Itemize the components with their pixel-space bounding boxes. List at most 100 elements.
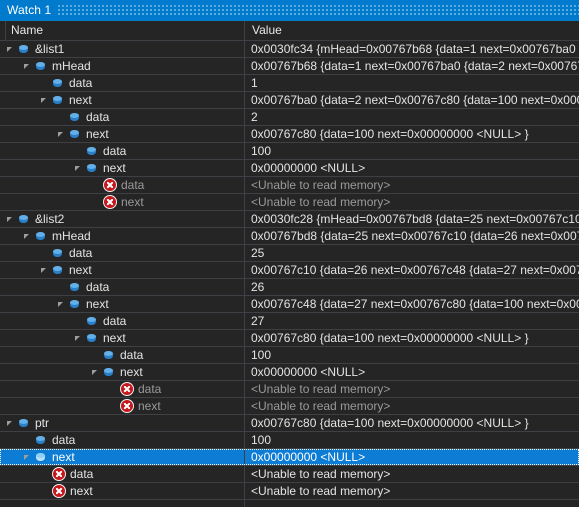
watch-row[interactable]: next <Unable to read memory> [0,483,579,500]
watch-row-name-cell[interactable]: next [0,126,245,142]
watch-row-value-cell[interactable]: <Unable to read memory> [245,398,579,414]
expander-collapse-icon[interactable] [74,160,85,176]
watch-row-value-cell[interactable]: 2 [245,109,579,125]
expander-collapse-icon[interactable] [23,228,34,244]
watch-row-value-cell[interactable]: 100 [245,347,579,363]
expander-collapse-icon[interactable] [91,364,102,380]
watch-row[interactable]: data 100 [0,432,579,449]
watch-row-value-cell[interactable]: <Unable to read memory> [245,466,579,482]
watch-row[interactable]: next 0x00000000 <NULL> [0,449,579,466]
watch-row-value-cell[interactable]: 26 [245,279,579,295]
watch-row-value-cell[interactable]: 0x00000000 <NULL> [245,364,579,380]
watch-row[interactable]: data 100 [0,143,579,160]
watch-row[interactable]: next 0x00767c80 {data=100 next=0x00000000… [0,330,579,347]
watch-row[interactable]: ptr 0x00767c80 {data=100 next=0x00000000 … [0,415,579,432]
watch-row-value-cell[interactable]: <Unable to read memory> [245,381,579,397]
watch-row-value-cell[interactable]: 0x0030fc28 {mHead=0x00767bd8 {data=25 ne… [245,211,579,227]
watch-row-value-cell[interactable]: 0x00767c10 {data=26 next=0x00767c48 {dat… [245,262,579,278]
watch-row-value-cell[interactable]: 0x00767b68 {data=1 next=0x00767ba0 {data… [245,58,579,74]
watch-row[interactable]: next 0x00767c10 {data=26 next=0x00767c48 … [0,262,579,279]
watch-empty-row-name-cell[interactable] [0,500,245,507]
watch-row[interactable]: data 1 [0,75,579,92]
watch-row-name-cell[interactable]: next [0,160,245,176]
watch-row-value-cell[interactable]: <Unable to read memory> [245,177,579,193]
watch-row-name-cell[interactable]: next [0,330,245,346]
expander-collapse-icon[interactable] [40,92,51,108]
watch-row[interactable]: next 0x00767c48 {data=27 next=0x00767c80 … [0,296,579,313]
expander-collapse-icon[interactable] [74,330,85,346]
watch-empty-row-value-cell[interactable] [245,500,579,507]
watch-row-value-cell[interactable]: 0x00000000 <NULL> [245,449,579,465]
watch-row-name-cell[interactable]: mHead [0,58,245,74]
watch-row-value-cell[interactable]: 0x00767bd8 {data=25 next=0x00767c10 {dat… [245,228,579,244]
watch-row[interactable]: data 27 [0,313,579,330]
expander-collapse-icon[interactable] [23,449,34,465]
watch-row[interactable]: &list1 0x0030fc34 {mHead=0x00767b68 {data… [0,41,579,58]
watch-row[interactable]: data 100 [0,347,579,364]
watch-empty-row[interactable] [0,500,579,507]
watch-row-name-cell[interactable]: next [0,194,245,210]
watch-row[interactable]: data 2 [0,109,579,126]
watch-row-name-cell[interactable]: data [0,432,245,448]
watch-row[interactable]: next <Unable to read memory> [0,194,579,211]
watch-row-name-cell[interactable]: next [0,296,245,312]
watch-row-name-cell[interactable]: data [0,75,245,91]
watch-row-value-cell[interactable]: 100 [245,432,579,448]
watch-row[interactable]: data 26 [0,279,579,296]
watch-row-name-cell[interactable]: next [0,398,245,414]
watch-row[interactable]: data 25 [0,245,579,262]
watch-row-name-cell[interactable]: next [0,449,245,465]
expander-collapse-icon[interactable] [23,58,34,74]
watch-row-name-cell[interactable]: &list1 [0,41,245,57]
expander-collapse-icon[interactable] [6,415,17,431]
watch-row[interactable]: &list2 0x0030fc28 {mHead=0x00767bd8 {data… [0,211,579,228]
watch-row-name-cell[interactable]: data [0,313,245,329]
expander-collapse-icon[interactable] [40,262,51,278]
watch-row-value-cell[interactable]: 0x00767c80 {data=100 next=0x00000000 <NU… [245,126,579,142]
watch-row-name-cell[interactable]: mHead [0,228,245,244]
watch-row[interactable]: next <Unable to read memory> [0,398,579,415]
watch-row[interactable]: data <Unable to read memory> [0,381,579,398]
watch-row-name-cell[interactable]: next [0,483,245,499]
expander-collapse-icon[interactable] [57,126,68,142]
watch-row-name-cell[interactable]: data [0,245,245,261]
watch-window-title-bar[interactable]: Watch 1 [0,0,579,21]
watch-row-name-cell[interactable]: next [0,262,245,278]
expander-collapse-icon[interactable] [6,211,17,227]
expander-collapse-icon[interactable] [57,296,68,312]
watch-row-name-cell[interactable]: &list2 [0,211,245,227]
watch-row-name-cell[interactable]: ptr [0,415,245,431]
watch-row-value-cell[interactable]: <Unable to read memory> [245,483,579,499]
watch-row-value-cell[interactable]: 0x00000000 <NULL> [245,160,579,176]
watch-row-name-cell[interactable]: data [0,279,245,295]
watch-row-value-cell[interactable]: 0x00767ba0 {data=2 next=0x00767c80 {data… [245,92,579,108]
watch-row-name-cell[interactable]: next [0,92,245,108]
watch-row[interactable]: mHead 0x00767bd8 {data=25 next=0x00767c10… [0,228,579,245]
column-header-name[interactable]: Name [0,21,245,40]
watch-row-value-cell[interactable]: 0x0030fc34 {mHead=0x00767b68 {data=1 nex… [245,41,579,57]
watch-row-name-cell[interactable]: data [0,177,245,193]
watch-row-value-cell[interactable]: 27 [245,313,579,329]
watch-row-name-cell[interactable]: data [0,466,245,482]
watch-row[interactable]: data <Unable to read memory> [0,177,579,194]
watch-row-value-cell[interactable]: 100 [245,143,579,159]
watch-row-name-cell[interactable]: data [0,143,245,159]
watch-row-value-cell[interactable]: 0x00767c80 {data=100 next=0x00000000 <NU… [245,415,579,431]
watch-variable-grid[interactable]: &list1 0x0030fc34 {mHead=0x00767b68 {data… [0,41,579,507]
watch-row[interactable]: next 0x00000000 <NULL> [0,160,579,177]
watch-row-value-cell[interactable]: <Unable to read memory> [245,194,579,210]
watch-row-name-cell[interactable]: next [0,364,245,380]
watch-row[interactable]: data <Unable to read memory> [0,466,579,483]
watch-row-value-cell[interactable]: 25 [245,245,579,261]
watch-row[interactable]: mHead 0x00767b68 {data=1 next=0x00767ba0 … [0,58,579,75]
watch-row[interactable]: next 0x00000000 <NULL> [0,364,579,381]
watch-row-value-cell[interactable]: 0x00767c80 {data=100 next=0x00000000 <NU… [245,330,579,346]
watch-row[interactable]: next 0x00767ba0 {data=2 next=0x00767c80 {… [0,92,579,109]
expander-collapse-icon[interactable] [6,41,17,57]
watch-row-name-cell[interactable]: data [0,347,245,363]
watch-row-value-cell[interactable]: 0x00767c48 {data=27 next=0x00767c80 {dat… [245,296,579,312]
watch-row[interactable]: next 0x00767c80 {data=100 next=0x00000000… [0,126,579,143]
watch-row-name-cell[interactable]: data [0,109,245,125]
column-header-value[interactable]: Value [245,21,579,40]
watch-row-value-cell[interactable]: 1 [245,75,579,91]
